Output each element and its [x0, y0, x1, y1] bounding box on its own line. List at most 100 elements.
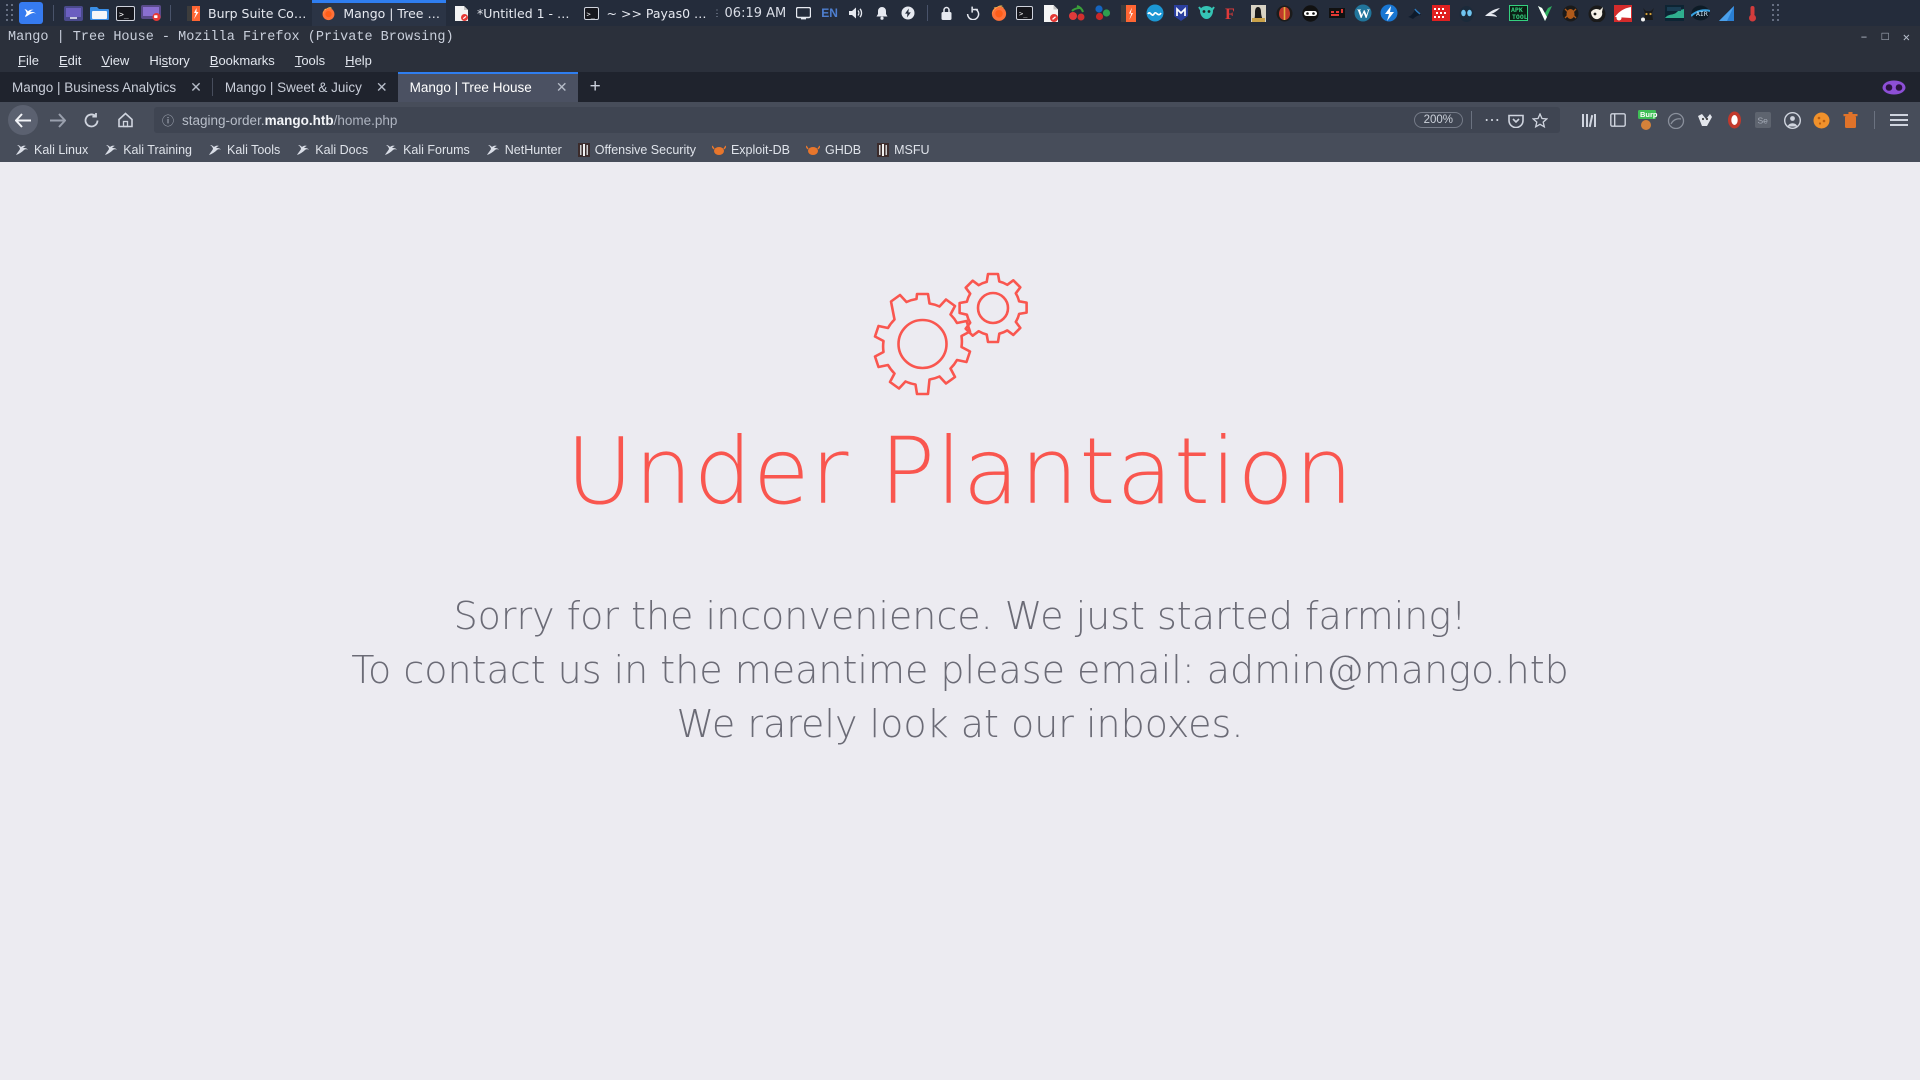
ublock-origin-icon[interactable] [1721, 107, 1747, 133]
bookmark-exploit-db[interactable]: Exploit-DB [705, 138, 797, 162]
kismet-icon[interactable] [1092, 2, 1114, 24]
window-button-burpsuite[interactable]: Burp Suite Co… [177, 0, 312, 26]
dirbuster-icon[interactable] [1404, 2, 1426, 24]
metasploit-icon[interactable] [1170, 2, 1192, 24]
taskbar-grip-handle-right[interactable] [1769, 4, 1783, 22]
close-button[interactable]: ✕ [1903, 30, 1910, 45]
faraday-icon[interactable]: F [1222, 2, 1244, 24]
trash-icon[interactable] [1837, 107, 1863, 133]
beef-xss-icon[interactable] [1586, 2, 1608, 24]
dog-icon[interactable] [1638, 2, 1660, 24]
alien-icon[interactable] [1456, 2, 1478, 24]
tab-sweet-and-juicy[interactable]: Mango | Sweet & Juicy ✕ [213, 72, 398, 102]
url-bar[interactable]: ⓘ staging-order.mango.htb/home.php 200% … [154, 107, 1560, 133]
beef-icon[interactable] [1196, 2, 1218, 24]
bookmark-kali-training[interactable]: Kali Training [97, 138, 199, 162]
kali-menu-icon[interactable] [19, 2, 43, 24]
hashcat-icon[interactable] [1300, 2, 1322, 24]
bookmark-kali-linux[interactable]: Kali Linux [8, 138, 95, 162]
burp-extension-icon[interactable]: Burp [1634, 107, 1660, 133]
sparta-icon[interactable] [1482, 2, 1504, 24]
cookie-editor-icon[interactable] [1808, 107, 1834, 133]
armitage-icon[interactable] [1274, 2, 1296, 24]
menu-tools[interactable]: Tools [285, 53, 335, 68]
foxyproxy-icon[interactable] [1692, 107, 1718, 133]
menu-view[interactable]: View [91, 53, 139, 68]
dashboard-icon[interactable] [1664, 2, 1686, 24]
bookmark-ghdb[interactable]: GHDB [799, 138, 868, 162]
bookmark-offensive-security[interactable]: Offensive Security [571, 138, 703, 162]
zaproxy-icon[interactable] [1378, 2, 1400, 24]
tab-title: Mango | Business Analytics [12, 79, 177, 95]
account-icon[interactable] [1779, 107, 1805, 133]
maltego-icon[interactable] [1430, 2, 1452, 24]
menu-edit[interactable]: Edit [49, 53, 91, 68]
keyboard-language-indicator[interactable]: EN [816, 6, 843, 20]
forward-icon[interactable] [42, 105, 72, 135]
library-icon[interactable] [1576, 107, 1602, 133]
apktool-icon[interactable]: APK TOOL [1508, 2, 1530, 24]
tab-tree-house[interactable]: Mango | Tree House ✕ [397, 72, 578, 102]
notification-bell-icon[interactable] [871, 2, 893, 24]
home-icon[interactable] [110, 105, 140, 135]
zoom-level-indicator[interactable]: 200% [1413, 112, 1463, 128]
star-icon[interactable] [1528, 108, 1552, 132]
file-manager-icon[interactable] [88, 2, 110, 24]
info-icon[interactable]: ⓘ [162, 112, 174, 129]
ettercap-icon[interactable] [1560, 2, 1582, 24]
burpsuite-icon[interactable] [1118, 2, 1140, 24]
bookmark-kali-forums[interactable]: Kali Forums [377, 138, 477, 162]
screen-recorder-icon[interactable] [140, 2, 162, 24]
bookmarks-toolbar: Kali Linux Kali Training Kali Tools Kali… [0, 138, 1920, 162]
bookmark-nethunter[interactable]: NetHunter [479, 138, 569, 162]
tab-business-analytics[interactable]: Mango | Business Analytics ✕ [0, 72, 212, 102]
firefox-icon[interactable] [988, 2, 1010, 24]
sqlmap-icon[interactable] [1326, 2, 1348, 24]
terminal-icon[interactable]: >_ [114, 2, 136, 24]
bookmark-msfu[interactable]: MSFU [870, 138, 936, 162]
power-icon[interactable] [897, 2, 919, 24]
bookmark-kali-tools[interactable]: Kali Tools [201, 138, 287, 162]
window-button-texteditor[interactable]: *Untitled 1 - … [446, 0, 576, 26]
bookmark-kali-docs[interactable]: Kali Docs [289, 138, 375, 162]
nmap-icon[interactable] [1716, 2, 1738, 24]
lock-icon[interactable] [936, 2, 958, 24]
gears-icon [855, 272, 1065, 402]
sidebar-icon[interactable] [1605, 107, 1631, 133]
terminal-icon[interactable]: >_ [1014, 2, 1036, 24]
thermometer-icon[interactable] [1742, 2, 1764, 24]
ellipsis-icon[interactable]: ⋯ [1480, 108, 1504, 132]
cherrytree-icon[interactable] [1066, 2, 1088, 24]
taskbar-grip-handle[interactable] [3, 4, 17, 22]
new-tab-button[interactable]: + [578, 72, 613, 102]
airgeddon-icon[interactable]: AIR [1690, 2, 1712, 24]
menu-file[interactable]: File [8, 53, 49, 68]
extension-icon[interactable] [1663, 107, 1689, 133]
veil-icon[interactable] [1534, 2, 1556, 24]
selenium-icon[interactable]: Se [1750, 107, 1776, 133]
reload-icon[interactable] [76, 105, 106, 135]
window-button-terminal[interactable]: >_ ~ >> Payas0 … [576, 0, 713, 26]
maximize-button[interactable]: □ [1882, 30, 1889, 45]
close-icon[interactable]: ✕ [542, 79, 568, 96]
text-editor-icon[interactable] [1040, 2, 1062, 24]
wireshark-icon[interactable] [1144, 2, 1166, 24]
display-icon[interactable] [792, 2, 814, 24]
wordpress-icon[interactable]: W [1352, 2, 1374, 24]
johnny-icon[interactable] [1248, 2, 1270, 24]
hamburger-menu-icon[interactable] [1886, 107, 1912, 133]
show-desktop-icon[interactable] [62, 2, 84, 24]
menu-history[interactable]: History [139, 53, 199, 68]
window-button-firefox[interactable]: Mango | Tree … [312, 0, 446, 26]
logout-icon[interactable] [962, 2, 984, 24]
back-icon[interactable] [8, 105, 38, 135]
menu-help[interactable]: Help [335, 53, 382, 68]
menu-bookmarks[interactable]: Bookmarks [200, 53, 285, 68]
minimize-button[interactable]: – [1860, 30, 1867, 45]
cisco-icon[interactable] [1612, 2, 1634, 24]
close-icon[interactable]: ✕ [362, 79, 388, 96]
close-icon[interactable]: ✕ [176, 79, 202, 96]
taskbar-clock[interactable]: 06:19 AM [721, 6, 791, 21]
pocket-icon[interactable] [1504, 108, 1528, 132]
volume-icon[interactable] [845, 2, 867, 24]
